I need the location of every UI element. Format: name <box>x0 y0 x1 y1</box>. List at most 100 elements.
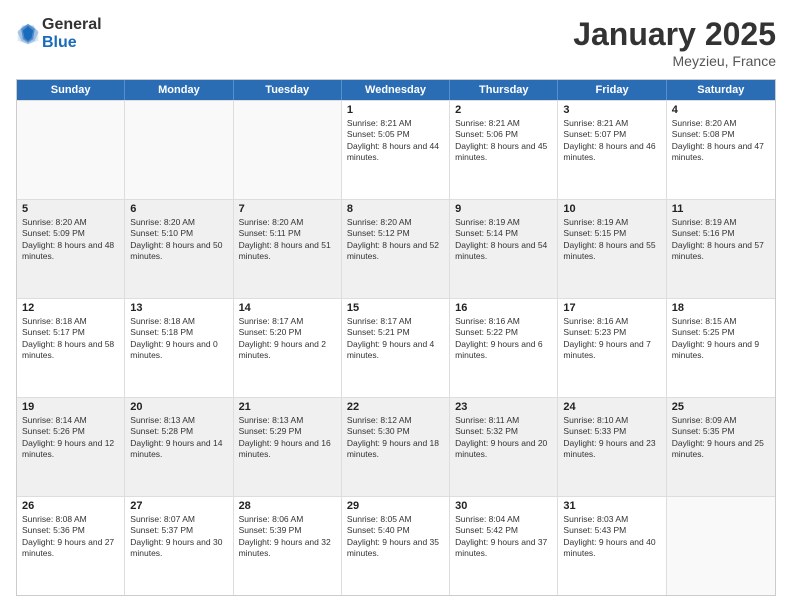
day-number: 27 <box>130 500 227 512</box>
cell-w3-d5: 24 Sunrise: 8:10 AMSunset: 5:33 PMDayligh… <box>558 398 666 496</box>
cell-content: Sunrise: 8:15 AMSunset: 5:25 PMDaylight:… <box>672 316 759 360</box>
cell-content: Sunrise: 8:11 AMSunset: 5:32 PMDaylight:… <box>455 415 547 459</box>
day-number: 16 <box>455 302 552 314</box>
calendar-row-0: 1 Sunrise: 8:21 AMSunset: 5:05 PMDaylight… <box>17 100 775 199</box>
day-number: 6 <box>130 203 227 215</box>
day-number: 25 <box>672 401 770 413</box>
day-number: 7 <box>239 203 336 215</box>
cell-content: Sunrise: 8:21 AMSunset: 5:05 PMDaylight:… <box>347 118 439 162</box>
day-number: 1 <box>347 104 444 116</box>
cell-content: Sunrise: 8:09 AMSunset: 5:35 PMDaylight:… <box>672 415 764 459</box>
calendar-body: 1 Sunrise: 8:21 AMSunset: 5:05 PMDaylight… <box>17 100 775 595</box>
calendar-header-row: Sunday Monday Tuesday Wednesday Thursday… <box>17 80 775 100</box>
cell-w4-d1: 27 Sunrise: 8:07 AMSunset: 5:37 PMDayligh… <box>125 497 233 595</box>
day-number: 22 <box>347 401 444 413</box>
day-number: 19 <box>22 401 119 413</box>
cell-content: Sunrise: 8:20 AMSunset: 5:11 PMDaylight:… <box>239 217 331 261</box>
cell-w3-d2: 21 Sunrise: 8:13 AMSunset: 5:29 PMDayligh… <box>234 398 342 496</box>
cell-content: Sunrise: 8:17 AMSunset: 5:21 PMDaylight:… <box>347 316 434 360</box>
cell-content: Sunrise: 8:20 AMSunset: 5:10 PMDaylight:… <box>130 217 222 261</box>
cell-w4-d2: 28 Sunrise: 8:06 AMSunset: 5:39 PMDayligh… <box>234 497 342 595</box>
header-sunday: Sunday <box>17 80 125 100</box>
calendar-row-1: 5 Sunrise: 8:20 AMSunset: 5:09 PMDaylight… <box>17 199 775 298</box>
logo-blue-text: Blue <box>42 34 102 52</box>
day-number: 21 <box>239 401 336 413</box>
cell-w3-d1: 20 Sunrise: 8:13 AMSunset: 5:28 PMDayligh… <box>125 398 233 496</box>
cell-w4-d6 <box>667 497 775 595</box>
header-tuesday: Tuesday <box>234 80 342 100</box>
day-number: 11 <box>672 203 770 215</box>
cell-content: Sunrise: 8:19 AMSunset: 5:15 PMDaylight:… <box>563 217 655 261</box>
cell-content: Sunrise: 8:20 AMSunset: 5:08 PMDaylight:… <box>672 118 764 162</box>
cell-w0-d1 <box>125 101 233 199</box>
day-number: 14 <box>239 302 336 314</box>
cell-content: Sunrise: 8:20 AMSunset: 5:12 PMDaylight:… <box>347 217 439 261</box>
calendar-subtitle: Meyzieu, France <box>573 53 776 69</box>
cell-w4-d5: 31 Sunrise: 8:03 AMSunset: 5:43 PMDayligh… <box>558 497 666 595</box>
logo-icon <box>16 22 40 46</box>
cell-content: Sunrise: 8:03 AMSunset: 5:43 PMDaylight:… <box>563 514 655 558</box>
cell-w1-d1: 6 Sunrise: 8:20 AMSunset: 5:10 PMDaylight… <box>125 200 233 298</box>
cell-content: Sunrise: 8:05 AMSunset: 5:40 PMDaylight:… <box>347 514 439 558</box>
cell-w1-d0: 5 Sunrise: 8:20 AMSunset: 5:09 PMDaylight… <box>17 200 125 298</box>
cell-content: Sunrise: 8:18 AMSunset: 5:17 PMDaylight:… <box>22 316 114 360</box>
cell-w0-d3: 1 Sunrise: 8:21 AMSunset: 5:05 PMDaylight… <box>342 101 450 199</box>
day-number: 5 <box>22 203 119 215</box>
day-number: 20 <box>130 401 227 413</box>
header-thursday: Thursday <box>450 80 558 100</box>
cell-w1-d3: 8 Sunrise: 8:20 AMSunset: 5:12 PMDaylight… <box>342 200 450 298</box>
day-number: 26 <box>22 500 119 512</box>
day-number: 28 <box>239 500 336 512</box>
cell-w4-d0: 26Sunrise: 8:08 AMSunset: 5:36 PMDayligh… <box>17 497 125 595</box>
cell-w0-d0 <box>17 101 125 199</box>
cell-content: Sunrise: 8:13 AMSunset: 5:28 PMDaylight:… <box>130 415 222 459</box>
day-number: 24 <box>563 401 660 413</box>
title-block: January 2025 Meyzieu, France <box>573 16 776 69</box>
cell-w0-d5: 3Sunrise: 8:21 AMSunset: 5:07 PMDaylight… <box>558 101 666 199</box>
cell-w1-d6: 11Sunrise: 8:19 AMSunset: 5:16 PMDayligh… <box>667 200 775 298</box>
cell-w2-d0: 12 Sunrise: 8:18 AMSunset: 5:17 PMDayligh… <box>17 299 125 397</box>
cell-content: Sunrise: 8:12 AMSunset: 5:30 PMDaylight:… <box>347 415 439 459</box>
calendar-title: January 2025 <box>573 16 776 53</box>
cell-w1-d4: 9Sunrise: 8:19 AMSunset: 5:14 PMDaylight… <box>450 200 558 298</box>
cell-w4-d3: 29Sunrise: 8:05 AMSunset: 5:40 PMDayligh… <box>342 497 450 595</box>
cell-w2-d4: 16 Sunrise: 8:16 AMSunset: 5:22 PMDayligh… <box>450 299 558 397</box>
cell-content: Sunrise: 8:06 AMSunset: 5:39 PMDaylight:… <box>239 514 331 558</box>
page: General Blue January 2025 Meyzieu, Franc… <box>0 0 792 612</box>
day-number: 13 <box>130 302 227 314</box>
cell-w0-d6: 4Sunrise: 8:20 AMSunset: 5:08 PMDaylight… <box>667 101 775 199</box>
header-wednesday: Wednesday <box>342 80 450 100</box>
logo: General Blue <box>16 16 102 51</box>
cell-content: Sunrise: 8:07 AMSunset: 5:37 PMDaylight:… <box>130 514 222 558</box>
day-number: 12 <box>22 302 119 314</box>
cell-content: Sunrise: 8:13 AMSunset: 5:29 PMDaylight:… <box>239 415 331 459</box>
cell-content: Sunrise: 8:10 AMSunset: 5:33 PMDaylight:… <box>563 415 655 459</box>
cell-w3-d0: 19 Sunrise: 8:14 AMSunset: 5:26 PMDayligh… <box>17 398 125 496</box>
header-saturday: Saturday <box>667 80 775 100</box>
header-monday: Monday <box>125 80 233 100</box>
day-number: 2 <box>455 104 552 116</box>
cell-w3-d4: 23 Sunrise: 8:11 AMSunset: 5:32 PMDayligh… <box>450 398 558 496</box>
calendar-row-3: 19 Sunrise: 8:14 AMSunset: 5:26 PMDayligh… <box>17 397 775 496</box>
cell-w2-d3: 15Sunrise: 8:17 AMSunset: 5:21 PMDayligh… <box>342 299 450 397</box>
cell-content: Sunrise: 8:19 AMSunset: 5:14 PMDaylight:… <box>455 217 547 261</box>
header: General Blue January 2025 Meyzieu, Franc… <box>16 16 776 69</box>
cell-w0-d2 <box>234 101 342 199</box>
cell-content: Sunrise: 8:16 AMSunset: 5:23 PMDaylight:… <box>563 316 650 360</box>
cell-w2-d1: 13 Sunrise: 8:18 AMSunset: 5:18 PMDayligh… <box>125 299 233 397</box>
day-number: 3 <box>563 104 660 116</box>
cell-content: Sunrise: 8:16 AMSunset: 5:22 PMDaylight:… <box>455 316 542 360</box>
day-number: 31 <box>563 500 660 512</box>
calendar-row-2: 12 Sunrise: 8:18 AMSunset: 5:17 PMDayligh… <box>17 298 775 397</box>
cell-content: Sunrise: 8:20 AMSunset: 5:09 PMDaylight:… <box>22 217 114 261</box>
cell-w2-d2: 14Sunrise: 8:17 AMSunset: 5:20 PMDayligh… <box>234 299 342 397</box>
cell-w3-d3: 22 Sunrise: 8:12 AMSunset: 5:30 PMDayligh… <box>342 398 450 496</box>
cell-content: Sunrise: 8:14 AMSunset: 5:26 PMDaylight:… <box>22 415 114 459</box>
cell-content: Sunrise: 8:21 AMSunset: 5:06 PMDaylight:… <box>455 118 547 162</box>
logo-general-text: General <box>42 16 102 34</box>
cell-w1-d5: 10Sunrise: 8:19 AMSunset: 5:15 PMDayligh… <box>558 200 666 298</box>
day-number: 8 <box>347 203 444 215</box>
cell-content: Sunrise: 8:18 AMSunset: 5:18 PMDaylight:… <box>130 316 217 360</box>
day-number: 23 <box>455 401 552 413</box>
cell-w2-d6: 18Sunrise: 8:15 AMSunset: 5:25 PMDayligh… <box>667 299 775 397</box>
